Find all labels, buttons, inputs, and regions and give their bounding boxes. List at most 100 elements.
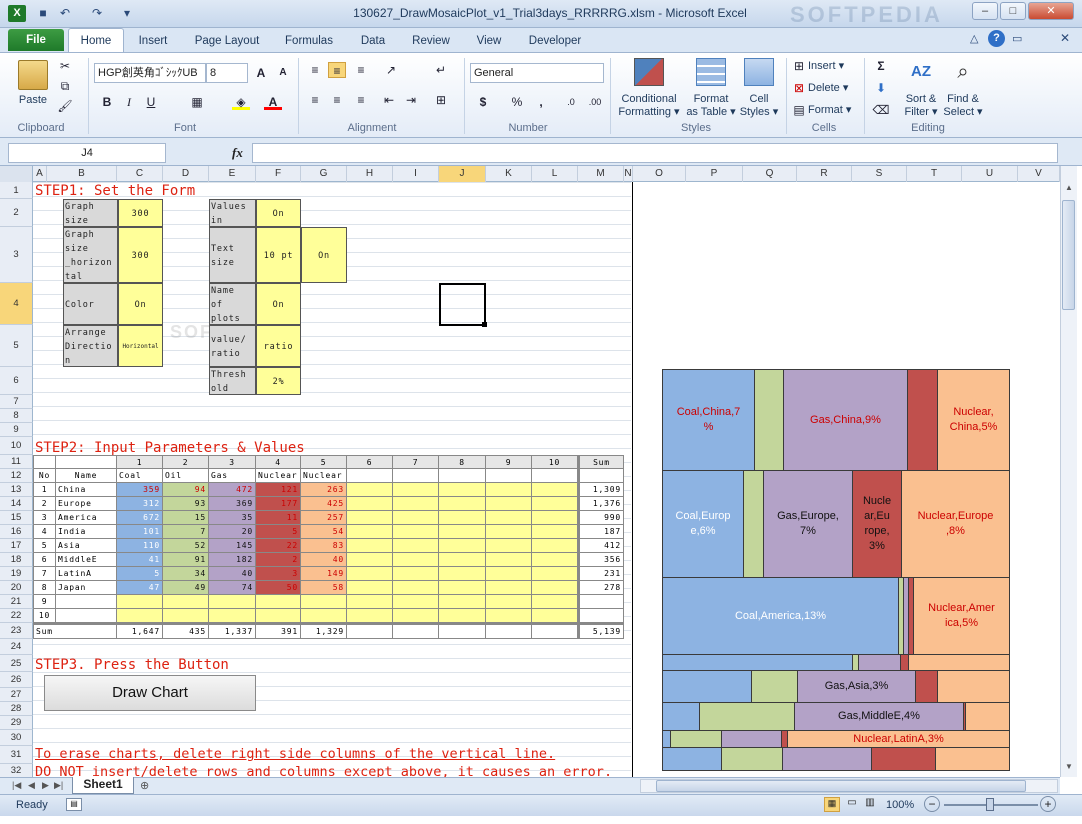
form-color-value[interactable]: On xyxy=(118,283,163,325)
table-value-cell[interactable]: 5 xyxy=(117,567,163,581)
table-empty-cell[interactable] xyxy=(486,581,532,595)
active-cell-j4[interactable] xyxy=(439,283,486,326)
zoom-slider-thumb[interactable] xyxy=(986,798,994,811)
column-header-v[interactable]: V xyxy=(1018,166,1060,182)
mosaic-tile-coal[interactable] xyxy=(662,702,700,731)
mosaic-tile-nuc2[interactable] xyxy=(937,670,1010,703)
table-empty-cell[interactable] xyxy=(532,609,578,623)
shrink-font-icon[interactable]: A xyxy=(274,65,292,81)
find-select-icon[interactable]: ⌕ xyxy=(950,58,976,86)
row-header-28[interactable]: 28 xyxy=(0,702,33,716)
table-empty-cell[interactable] xyxy=(532,595,578,609)
table-value-cell[interactable]: 20 xyxy=(209,525,256,539)
table-value-cell[interactable] xyxy=(301,609,347,623)
help-icon[interactable]: ? xyxy=(988,30,1005,47)
fill-color-icon[interactable]: ◈ xyxy=(232,94,250,110)
scroll-up-icon[interactable]: ▲ xyxy=(1061,183,1077,197)
mosaic-chart[interactable]: Coal,China,7 % Gas,China,9% Nuclear, China… xyxy=(662,369,1010,771)
table-empty-cell[interactable] xyxy=(393,497,439,511)
page-break-view-icon[interactable]: ▥ xyxy=(862,797,878,812)
table-empty-cell[interactable] xyxy=(393,553,439,567)
table-empty-cell[interactable] xyxy=(393,595,439,609)
format-as-table-icon[interactable] xyxy=(696,58,726,86)
row-header-10[interactable]: 10 xyxy=(0,437,33,455)
row-name[interactable]: Japan xyxy=(56,581,117,595)
cell-styles-button[interactable]: Cell Styles ▾ xyxy=(736,93,782,119)
table-empty-cell[interactable] xyxy=(532,539,578,553)
row-header-20[interactable]: 20 xyxy=(0,581,33,595)
row-name[interactable]: China xyxy=(56,483,117,497)
number-format-combo[interactable]: General xyxy=(470,63,604,83)
column-header-c[interactable]: C xyxy=(117,166,163,182)
column-header-j[interactable]: J xyxy=(439,166,486,182)
row-header-8[interactable]: 8 xyxy=(0,409,33,423)
table-empty-cell[interactable] xyxy=(347,609,393,623)
table-empty-cell[interactable] xyxy=(439,581,486,595)
row-name[interactable]: Asia xyxy=(56,539,117,553)
minimize-ribbon-icon[interactable]: △ xyxy=(970,32,978,45)
table-value-cell[interactable]: 2 xyxy=(256,553,301,567)
close-workbook-icon[interactable]: ✕ xyxy=(1060,31,1070,45)
row-header-12[interactable]: 12 xyxy=(0,469,33,483)
increase-indent-icon[interactable]: ⇥ xyxy=(402,92,420,108)
category-name-5[interactable]: Nuclear xyxy=(301,469,347,483)
table-value-cell[interactable]: 94 xyxy=(163,483,209,497)
row-name[interactable]: Europe xyxy=(56,497,117,511)
row-header-29[interactable]: 29 xyxy=(0,716,33,730)
row-name[interactable]: MiddleE xyxy=(56,553,117,567)
mosaic-tile-nuc1[interactable] xyxy=(915,670,938,703)
table-empty-cell[interactable] xyxy=(486,567,532,581)
category-name-empty[interactable] xyxy=(486,469,532,483)
minimize-button[interactable]: – xyxy=(972,2,998,20)
table-empty-cell[interactable] xyxy=(532,581,578,595)
row-header-15[interactable]: 15 xyxy=(0,511,33,525)
column-header-u[interactable]: U xyxy=(962,166,1018,182)
table-empty-cell[interactable] xyxy=(486,539,532,553)
table-value-cell[interactable] xyxy=(117,609,163,623)
table-empty-cell[interactable] xyxy=(532,511,578,525)
column-header-g[interactable]: G xyxy=(301,166,347,182)
table-value-cell[interactable]: 41 xyxy=(117,553,163,567)
tab-file[interactable]: File xyxy=(8,29,64,51)
clear-icon[interactable]: ⌫ xyxy=(872,102,890,118)
vertical-scroll-thumb[interactable] xyxy=(1062,200,1075,310)
mosaic-tile-coal[interactable]: Coal,Europ e,6% xyxy=(662,470,744,578)
table-empty-cell[interactable] xyxy=(439,609,486,623)
table-empty-cell[interactable] xyxy=(347,567,393,581)
paste-icon[interactable] xyxy=(18,60,48,90)
column-header-s[interactable]: S xyxy=(852,166,907,182)
table-value-cell[interactable]: 369 xyxy=(209,497,256,511)
row-header-13[interactable]: 13 xyxy=(0,483,33,497)
row-header-31[interactable]: 31 xyxy=(0,746,33,764)
format-cells-icon[interactable]: ▤ xyxy=(790,102,808,118)
table-value-cell[interactable] xyxy=(209,609,256,623)
sheet-nav-next-icon[interactable]: ▶ xyxy=(42,780,49,791)
row-header-32[interactable]: 32 xyxy=(0,764,33,778)
insert-cells-button[interactable]: Insert ▾ xyxy=(808,60,854,73)
align-center-icon[interactable]: ≡ xyxy=(328,92,346,108)
mosaic-tile-coal[interactable]: Coal,America,13% xyxy=(662,577,899,655)
tab-home[interactable]: Home xyxy=(68,28,124,53)
table-empty-cell[interactable] xyxy=(486,609,532,623)
mosaic-tile-oil[interactable] xyxy=(743,470,764,578)
table-value-cell[interactable]: 35 xyxy=(209,511,256,525)
customize-qat-icon[interactable]: ▾ xyxy=(118,5,136,22)
align-top-icon[interactable]: ≡ xyxy=(306,62,324,78)
table-value-cell[interactable]: 7 xyxy=(163,525,209,539)
mosaic-tile-nuc2[interactable]: Nuclear,Amer ica,5% xyxy=(913,577,1010,655)
row-header-23[interactable]: 23 xyxy=(0,623,33,639)
accounting-format-icon[interactable]: $ xyxy=(474,94,492,110)
name-box[interactable]: J4 xyxy=(8,143,166,163)
mosaic-tile-gas[interactable]: Gas,Asia,3% xyxy=(797,670,916,703)
form-text-size-value2[interactable]: On xyxy=(301,227,347,283)
zoom-level[interactable]: 100% xyxy=(886,799,914,811)
row-header-6[interactable]: 6 xyxy=(0,367,33,395)
mosaic-tile-oil[interactable] xyxy=(754,369,784,471)
mosaic-tile-nuc1[interactable] xyxy=(907,369,938,471)
table-empty-cell[interactable] xyxy=(439,525,486,539)
mosaic-tile-nuc1[interactable]: Nucle ar,Eu rope, 3% xyxy=(852,470,902,578)
table-value-cell[interactable] xyxy=(256,595,301,609)
row-name[interactable] xyxy=(56,609,117,623)
table-value-cell[interactable]: 22 xyxy=(256,539,301,553)
category-name-empty[interactable] xyxy=(393,469,439,483)
